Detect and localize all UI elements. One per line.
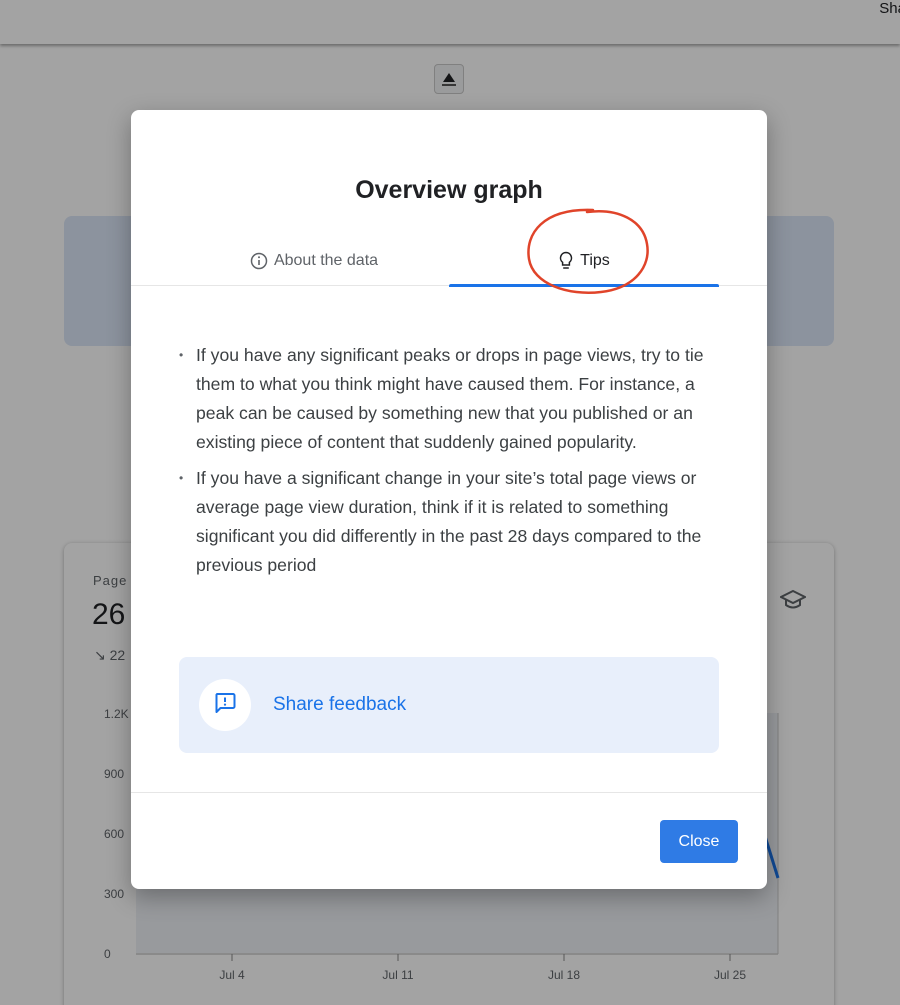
- overview-graph-dialog: Overview graph About the data Tips • If …: [131, 110, 767, 889]
- share-feedback-card[interactable]: Share feedback: [179, 657, 719, 753]
- dialog-tabs: About the data Tips: [131, 236, 767, 287]
- feedback-icon-container: [199, 679, 251, 731]
- dialog-title: Overview graph: [355, 176, 543, 204]
- footer-divider: [131, 792, 767, 793]
- tips-list: If you have any significant peaks or dro…: [179, 341, 724, 587]
- tab-label: Tips: [580, 252, 610, 269]
- tab-about-the-data[interactable]: About the data: [179, 236, 449, 286]
- close-button[interactable]: Close: [660, 820, 738, 863]
- feedback-icon: [213, 691, 237, 720]
- active-tab-indicator: [449, 284, 719, 287]
- tab-label: About the data: [273, 252, 379, 269]
- tab-tips[interactable]: Tips: [449, 236, 719, 287]
- list-item: If you have any significant peaks or dro…: [179, 341, 724, 457]
- lightbulb-icon: [558, 251, 574, 271]
- info-icon: [250, 252, 268, 270]
- share-feedback-label: Share feedback: [273, 694, 407, 715]
- list-item: If you have a significant change in your…: [179, 464, 724, 580]
